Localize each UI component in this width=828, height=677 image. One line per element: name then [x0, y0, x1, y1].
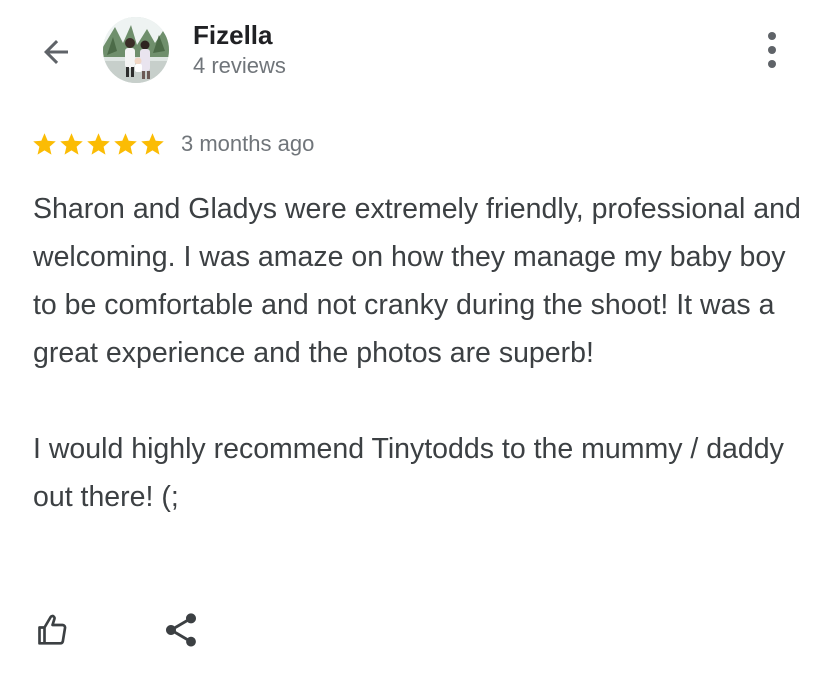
- back-button[interactable]: [34, 30, 78, 74]
- share-button[interactable]: [157, 606, 205, 654]
- arrow-back-icon: [44, 40, 68, 64]
- review-text: Sharon and Gladys were extremely friendl…: [33, 185, 808, 521]
- star-icon: [33, 132, 56, 155]
- star-icon: [87, 132, 110, 155]
- star-icon: [60, 132, 83, 155]
- reviewer-name[interactable]: Fizella: [193, 20, 272, 51]
- review-detail-page: Fizella 4 reviews 3 months ago Sharon an…: [0, 0, 828, 677]
- avatar-photo: [103, 17, 169, 83]
- reviewer-review-count: 4 reviews: [193, 53, 286, 78]
- review-date: 3 months ago: [181, 131, 315, 156]
- like-button[interactable]: [28, 606, 76, 654]
- share-icon: [166, 613, 196, 647]
- rating-row: 3 months ago: [31, 127, 314, 161]
- more-vertical-icon: [768, 32, 776, 68]
- thumbs-up-icon: [38, 614, 67, 645]
- more-options-button[interactable]: [750, 26, 794, 74]
- review-paragraph: I would highly recommend Tinytodds to th…: [33, 433, 784, 513]
- star-icon: [141, 132, 164, 155]
- avatar[interactable]: [103, 17, 169, 83]
- review-paragraph: Sharon and Gladys were extremely friendl…: [33, 193, 801, 369]
- star-icon: [114, 132, 137, 155]
- star-rating: [31, 131, 166, 158]
